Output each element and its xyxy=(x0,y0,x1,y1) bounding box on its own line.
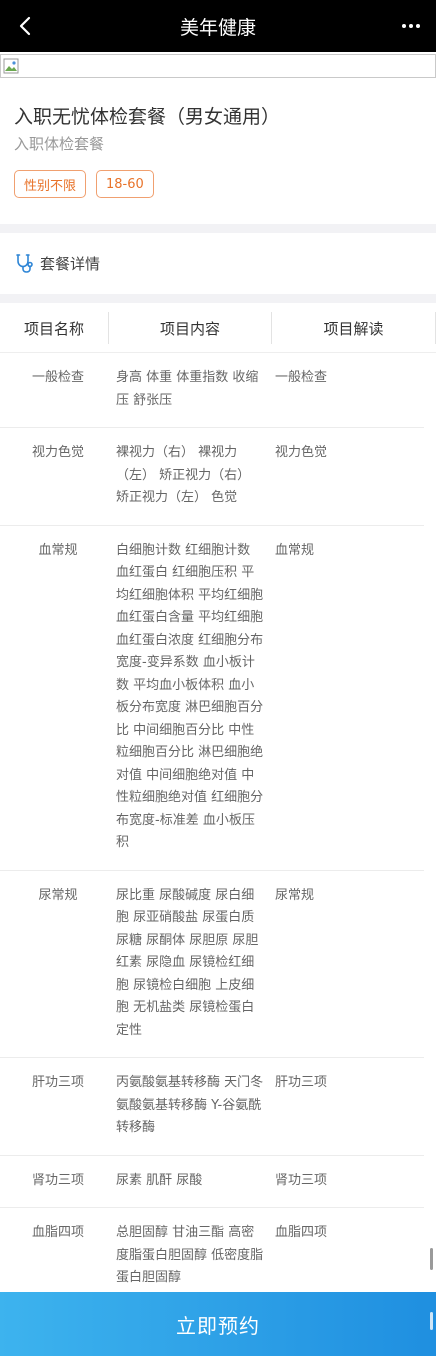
package-details-header: 套餐详情 xyxy=(14,252,100,274)
item-content: 尿比重 尿酸碱度 尿白细胞 尿亚硝酸盐 尿蛋白质 尿糖 尿酮体 尿胆原 尿胆红素… xyxy=(116,887,259,1038)
book-now-label: 立即预约 xyxy=(176,1313,260,1338)
item-interpretation: 肝功三项 xyxy=(275,1075,328,1090)
top-nav-bar: 美年健康 xyxy=(0,0,436,52)
table-row: 尿常规 尿比重 尿酸碱度 尿白细胞 尿亚硝酸盐 尿蛋白质 尿糖 尿酮体 尿胆原 … xyxy=(0,871,424,1058)
table-row: 视力色觉 裸视力（右） 裸视力（左） 矫正视力（右） 矫正视力（左） 色觉 视力… xyxy=(0,428,424,526)
column-header-name: 项目名称 xyxy=(0,312,109,344)
item-name: 视力色觉 xyxy=(31,445,84,460)
table-row: 一般检查 身高 体重 体重指数 收缩压 舒张压 一般检查 xyxy=(0,353,424,428)
page-title: 美年健康 xyxy=(179,16,256,39)
banner-image xyxy=(0,54,436,78)
table-row: 肝功三项 丙氨酸氨基转移酶 天门冬氨酸氨基转移酶 Y-谷氨酰转移酶 肝功三项 xyxy=(0,1058,424,1156)
more-dots-icon xyxy=(402,24,406,28)
section-divider xyxy=(0,224,436,233)
column-header-interpretation: 项目解读 xyxy=(272,312,436,344)
item-name: 肾功三项 xyxy=(31,1172,84,1188)
item-content: 丙氨酸氨基转移酶 天门冬氨酸氨基转移酶 Y-谷氨酰转移酶 xyxy=(116,1075,264,1135)
item-name: 尿常规 xyxy=(38,887,78,903)
chevron-left-icon xyxy=(19,16,31,36)
item-content: 身高 体重 体重指数 收缩压 舒张压 xyxy=(116,370,259,408)
package-tags: 性别不限 18-60 xyxy=(14,170,154,198)
item-content: 白细胞计数 红细胞计数 血红蛋白 红细胞压积 平均红细胞体积 平均红细胞血红蛋白… xyxy=(116,542,264,851)
item-interpretation: 血脂四项 xyxy=(275,1225,328,1240)
item-interpretation: 尿常规 xyxy=(275,887,315,903)
item-interpretation: 视力色觉 xyxy=(275,445,328,460)
back-button[interactable] xyxy=(12,12,38,40)
item-interpretation: 一般检查 xyxy=(275,370,328,385)
item-content: 总胆固醇 甘油三酯 高密度脂蛋白胆固醇 低密度脂蛋白胆固醇 xyxy=(116,1225,264,1285)
table-row: 血常规 白细胞计数 红细胞计数 血红蛋白 红细胞压积 平均红细胞体积 平均红细胞… xyxy=(0,526,424,871)
book-now-button[interactable]: 立即预约 xyxy=(0,1292,436,1356)
page: 美年健康 入职无忧体检套餐（男女通用） 入职体检套餐 性别不限 18-60 套餐… xyxy=(0,0,436,1356)
table-body: 一般检查 身高 体重 体重指数 收缩压 舒张压 一般检查 视力色觉 裸视力（右）… xyxy=(0,353,424,1305)
section-divider xyxy=(0,294,436,303)
item-interpretation: 肾功三项 xyxy=(275,1172,328,1188)
more-menu-button[interactable] xyxy=(396,12,426,40)
item-content: 尿素 肌酐 尿酸 xyxy=(116,1172,203,1188)
item-name: 血常规 xyxy=(38,542,78,558)
package-subtitle: 入职体检套餐 xyxy=(14,135,105,153)
table-header: 项目名称 项目内容 项目解读 xyxy=(0,303,436,353)
item-content: 裸视力（右） 裸视力（左） 矫正视力（右） 矫正视力（左） 色觉 xyxy=(116,445,251,505)
package-title: 入职无忧体检套餐（男女通用） xyxy=(14,106,281,128)
tag-age-range: 18-60 xyxy=(96,170,154,198)
item-interpretation: 血常规 xyxy=(275,542,315,558)
table-row: 血脂四项 总胆固醇 甘油三酯 高密度脂蛋白胆固醇 低密度脂蛋白胆固醇 血脂四项 xyxy=(0,1208,424,1305)
item-name: 血脂四项 xyxy=(31,1225,84,1240)
scrollbar-thumb xyxy=(430,1312,433,1330)
tag-gender: 性别不限 xyxy=(14,170,87,198)
stethoscope-icon xyxy=(16,254,33,273)
item-name: 肝功三项 xyxy=(31,1075,84,1090)
column-header-content: 项目内容 xyxy=(109,312,272,344)
scrollbar[interactable] xyxy=(430,1248,433,1270)
broken-image-icon xyxy=(3,58,19,74)
package-details-label: 套餐详情 xyxy=(40,254,101,273)
table-row: 肾功三项 尿素 肌酐 尿酸 肾功三项 xyxy=(0,1156,424,1208)
item-name: 一般检查 xyxy=(31,370,84,385)
